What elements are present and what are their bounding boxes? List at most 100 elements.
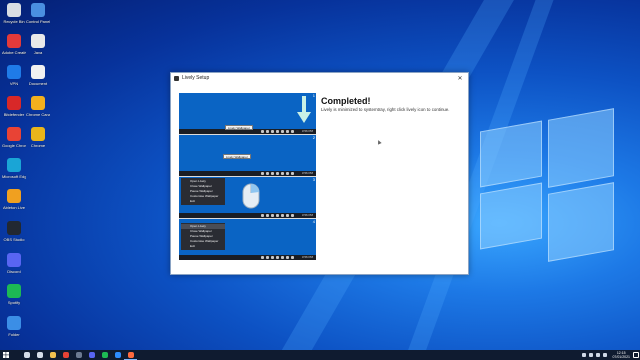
volume-icon[interactable] — [596, 353, 601, 357]
close-button[interactable]: ✕ — [455, 75, 465, 82]
spotify-icon — [7, 284, 21, 298]
discord-taskbar-icon[interactable] — [85, 350, 98, 360]
app-icon — [7, 189, 21, 203]
tray-tooltip: Lively Wallpaper — [223, 154, 251, 159]
desktop-icon[interactable]: Java — [26, 34, 50, 55]
desktop-icon[interactable]: Microsoft Edge — [2, 158, 26, 179]
desktop-icon-label: Document — [28, 81, 48, 86]
step-number: 1 — [312, 93, 315, 98]
desktop-icon[interactable]: Adobe Creative Cloud — [2, 34, 26, 55]
document-icon — [31, 65, 45, 79]
desktop-icon[interactable]: Spotify — [2, 284, 26, 305]
chrome-icon-2 — [31, 127, 45, 141]
notification-icon[interactable] — [633, 352, 639, 358]
guide-step-3: 3 Open Lively Close Wallpaper Pause Wall… — [179, 177, 316, 218]
step-number: 2 — [312, 135, 315, 140]
tray-context-menu: Open Lively Close Wallpaper Pause Wallpa… — [181, 178, 225, 205]
desktop-icon-label: Control Panel — [26, 19, 50, 24]
desktop-icon-label: VPN — [9, 81, 19, 86]
java-icon — [31, 34, 45, 48]
desktop-icon[interactable]: OBS Studio — [2, 221, 26, 242]
taskbar-apps — [20, 350, 137, 360]
network-icon[interactable] — [589, 353, 594, 357]
logo-pane — [548, 182, 614, 262]
settings-taskbar-icon[interactable] — [72, 350, 85, 360]
desktop-icon-label: Discord — [7, 269, 21, 274]
lively-setup-dialog: Lively Setup ✕ 1 3:56 PM Lively Wallpape… — [170, 72, 469, 275]
obs-icon — [7, 221, 21, 235]
desktop-icon[interactable]: Document — [26, 65, 50, 86]
desktop-icon[interactable]: Bitdefender — [2, 96, 26, 117]
creative-cloud-icon — [7, 34, 21, 48]
desktop-icon-label: Java — [33, 50, 43, 55]
tray-tooltip: Lively Wallpaper — [225, 125, 253, 130]
lively-taskbar-icon[interactable] — [124, 350, 137, 360]
taskbar: 12:15 07/01/2021 — [0, 350, 640, 360]
guide-step-1: 1 3:56 PM Lively Wallpaper — [179, 93, 316, 134]
edge-icon — [7, 158, 21, 172]
folder-icon — [7, 316, 21, 330]
completed-heading: Completed! — [321, 96, 371, 106]
desktop-icon[interactable]: Ableton Live — [2, 189, 26, 210]
desktop-icon[interactable]: Control Panel — [26, 3, 50, 24]
mouse-right-click-icon — [242, 183, 260, 209]
desktop-icon[interactable]: Discord — [2, 253, 26, 274]
chrome-icon — [7, 127, 21, 141]
desktop-icon[interactable]: Google Chrome — [2, 127, 26, 148]
desktop-icon-label: Ableton Live — [2, 205, 25, 210]
desktop-icon-label: Chrome Canary — [26, 112, 50, 117]
desktop-icon[interactable]: Chrome — [26, 127, 50, 148]
desktop-icon-label: Adobe Creative Cloud — [2, 50, 26, 55]
windows-start-icon[interactable] — [0, 350, 12, 360]
mini-clock: 3:56 PM — [301, 129, 313, 133]
mini-clock: 3:56 PM — [301, 255, 313, 259]
desktop-icon-label: Bitdefender — [3, 112, 25, 117]
logo-pane — [480, 182, 542, 250]
step-number: 4 — [312, 219, 315, 224]
windows-logo — [470, 108, 620, 262]
clock-date: 07/01/2021 — [612, 355, 630, 359]
window-title: Lively Setup — [182, 75, 210, 81]
guide-step-2: 2 Lively Wallpaper 3:56 PM — [179, 135, 316, 176]
desktop-icon-label: Chrome — [30, 143, 46, 148]
recycle-bin-icon — [7, 3, 21, 17]
system-tray: 12:15 07/01/2021 — [582, 350, 630, 360]
desktop-icon-label: Spotify — [7, 300, 21, 305]
store-taskbar-icon[interactable] — [111, 350, 124, 360]
desktop-icon-label: Folder — [8, 332, 20, 337]
arrow-down-icon — [297, 96, 311, 123]
battery-icon[interactable] — [603, 353, 608, 357]
logo-pane — [480, 120, 542, 188]
chevron-up-icon[interactable] — [582, 353, 587, 357]
mini-clock: 3:56 PM — [301, 171, 313, 175]
desktop-icon[interactable]: VPN — [2, 65, 26, 86]
task-view-icon[interactable] — [33, 350, 46, 360]
control-panel-icon — [31, 3, 45, 17]
mini-taskbar: 3:56 PM — [179, 255, 316, 260]
tray-context-menu: Open Lively Close Wallpaper Pause Wallpa… — [181, 223, 225, 250]
mini-taskbar: 3:56 PM — [179, 213, 316, 218]
tray-instructions-image: 1 3:56 PM Lively Wallpaper 2 Lively Wall… — [179, 93, 316, 260]
desktop-icon-label: Recycle Bin — [3, 19, 25, 24]
mini-clock: 3:56 PM — [301, 213, 313, 217]
completion-message: Lively is minimized to systemtray, right… — [321, 107, 450, 112]
menu-item-exit: Exit — [190, 199, 196, 203]
desktop-icon[interactable]: Folder — [2, 316, 26, 337]
logo-pane — [548, 108, 614, 188]
lively-app-icon — [174, 75, 179, 81]
file-explorer-icon[interactable] — [46, 350, 59, 360]
spotify-taskbar-icon[interactable] — [98, 350, 111, 360]
desktop-icon-label: Microsoft Edge — [2, 174, 26, 179]
desktop-icon-label: Google Chrome — [2, 143, 26, 148]
taskbar-clock[interactable]: 12:15 07/01/2021 — [612, 351, 630, 359]
discord-icon — [7, 253, 21, 267]
title-bar[interactable]: Lively Setup ✕ — [171, 73, 468, 83]
menu-item-exit: Exit — [190, 244, 196, 248]
search-icon[interactable] — [20, 350, 33, 360]
desktop-icon[interactable]: Chrome Canary — [26, 96, 50, 117]
chrome-canary-icon — [31, 96, 45, 110]
desktop-icon[interactable]: Recycle Bin — [2, 3, 26, 24]
step-number: 3 — [312, 177, 315, 182]
guide-step-4: 4 Open Lively Close Wallpaper Pause Wall… — [179, 219, 316, 260]
chrome-taskbar-icon[interactable] — [59, 350, 72, 360]
